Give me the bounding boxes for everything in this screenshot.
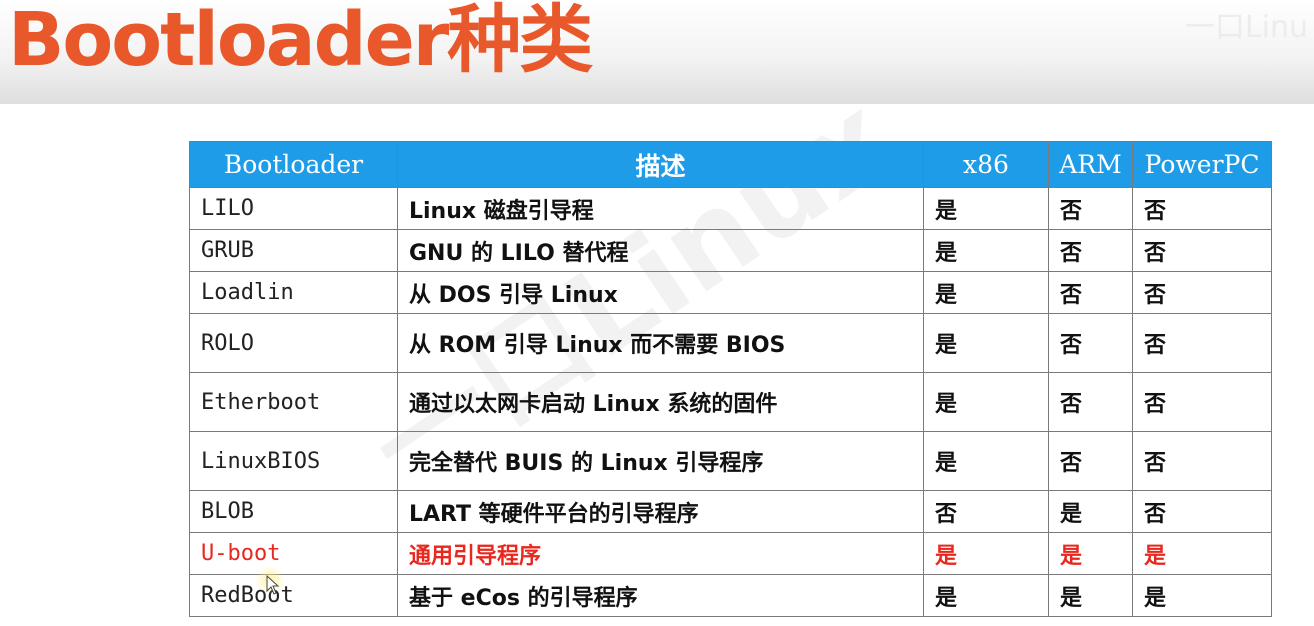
table-row-blob: BLOB LART 等硬件平台的引导程序 否 是 否 <box>189 490 1272 533</box>
bootloader-name: ROLO <box>189 313 398 373</box>
table-row-etherboot: Etherboot 通过以太网卡启动 Linux 系统的固件 是 否 否 <box>189 372 1272 432</box>
arm-support: 否 <box>1048 187 1133 230</box>
description-cell: 基于 eCos 的引导程序 <box>397 574 924 617</box>
arm-support: 否 <box>1048 431 1133 491</box>
table-row-linuxbios: LinuxBIOS 完全替代 BUIS 的 Linux 引导程序 是 否 否 <box>189 431 1272 491</box>
table-header-row: Bootloader 描述 x86 ARM PowerPC <box>189 141 1272 188</box>
x86-support: 是 <box>923 313 1049 373</box>
x86-support: 是 <box>923 532 1049 575</box>
powerpc-support: 是 <box>1132 574 1272 617</box>
powerpc-support: 是 <box>1132 532 1272 575</box>
arm-support: 否 <box>1048 229 1133 272</box>
x86-support: 是 <box>923 431 1049 491</box>
column-header-x86: x86 <box>923 141 1049 188</box>
table-row-u-boot: U-boot 通用引导程序 是 是 是 <box>189 532 1272 575</box>
bootloader-name: LinuxBIOS <box>189 431 398 491</box>
powerpc-support: 否 <box>1132 431 1272 491</box>
powerpc-support: 否 <box>1132 271 1272 314</box>
bootloader-name: LILO <box>189 187 398 230</box>
mouse-pointer-icon <box>266 575 280 595</box>
slide-title: Bootloader种类 <box>8 0 593 83</box>
powerpc-support: 否 <box>1132 313 1272 373</box>
description-cell: 完全替代 BUIS 的 Linux 引导程序 <box>397 431 924 491</box>
table-row-lilo: LILO Linux 磁盘引导程 是 否 否 <box>189 187 1272 230</box>
bootloader-name: BLOB <box>189 490 398 533</box>
bootloader-table: Bootloader 描述 x86 ARM PowerPC LILO Linux… <box>189 141 1272 617</box>
watermark-logo: 一口Linu <box>1184 10 1308 45</box>
column-header-description: 描述 <box>397 141 924 188</box>
table-row-redboot: RedBoot 基于 eCos 的引导程序 是 是 是 <box>189 574 1272 617</box>
description-cell: 通过以太网卡启动 Linux 系统的固件 <box>397 372 924 432</box>
arm-support: 否 <box>1048 313 1133 373</box>
column-header-bootloader: Bootloader <box>189 141 398 188</box>
description-cell: LART 等硬件平台的引导程序 <box>397 490 924 533</box>
x86-support: 是 <box>923 574 1049 617</box>
arm-support: 是 <box>1048 490 1133 533</box>
bootloader-name: RedBoot <box>189 574 398 617</box>
x86-support: 是 <box>923 271 1049 314</box>
powerpc-support: 否 <box>1132 372 1272 432</box>
arm-support: 是 <box>1048 532 1133 575</box>
table-row-grub: GRUB GNU 的 LILO 替代程 是 否 否 <box>189 229 1272 272</box>
description-cell: Linux 磁盘引导程 <box>397 187 924 230</box>
x86-support: 是 <box>923 229 1049 272</box>
powerpc-support: 否 <box>1132 187 1272 230</box>
bootloader-name: U-boot <box>189 532 398 575</box>
bootloader-name: Etherboot <box>189 372 398 432</box>
x86-support: 是 <box>923 187 1049 230</box>
description-cell: 从 DOS 引导 Linux <box>397 271 924 314</box>
description-cell: GNU 的 LILO 替代程 <box>397 229 924 272</box>
arm-support: 否 <box>1048 372 1133 432</box>
column-header-arm: ARM <box>1048 141 1133 188</box>
table-row-loadlin: Loadlin 从 DOS 引导 Linux 是 否 否 <box>189 271 1272 314</box>
bootloader-name: Loadlin <box>189 271 398 314</box>
powerpc-support: 否 <box>1132 229 1272 272</box>
powerpc-support: 否 <box>1132 490 1272 533</box>
arm-support: 否 <box>1048 271 1133 314</box>
column-header-powerpc: PowerPC <box>1132 141 1272 188</box>
bootloader-name: GRUB <box>189 229 398 272</box>
description-cell: 从 ROM 引导 Linux 而不需要 BIOS <box>397 313 924 373</box>
x86-support: 是 <box>923 372 1049 432</box>
x86-support: 否 <box>923 490 1049 533</box>
arm-support: 是 <box>1048 574 1133 617</box>
description-cell: 通用引导程序 <box>397 532 924 575</box>
table-row-rolo: ROLO 从 ROM 引导 Linux 而不需要 BIOS 是 否 否 <box>189 313 1272 373</box>
